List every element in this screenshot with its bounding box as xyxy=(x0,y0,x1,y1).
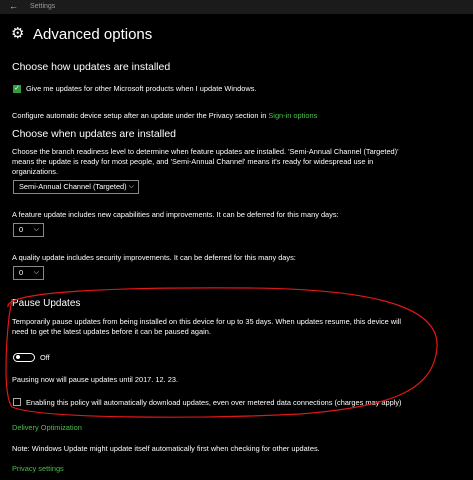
feature-defer-value: 0 xyxy=(19,225,24,234)
quality-defer-label: A quality update includes security impro… xyxy=(12,253,296,262)
metered-label: Enabling this policy will automatically … xyxy=(26,398,402,407)
feature-defer-label: A feature update includes new capabiliti… xyxy=(12,210,339,219)
app-title: Settings xyxy=(30,3,56,10)
when-heading: Choose when updates are installed xyxy=(12,128,177,140)
channel-dropdown-value: Semi-Annual Channel (Targeted) xyxy=(19,182,127,191)
configure-text-body: Configure automatic device setup after a… xyxy=(12,111,267,120)
title-bar: ← Settings xyxy=(0,0,473,14)
metered-checkbox[interactable] xyxy=(13,398,21,406)
branch-desc-line3: organizations. xyxy=(12,167,59,176)
pause-until-text: Pausing now will pause updates until 201… xyxy=(12,375,178,384)
chevron-down-icon: ⌵ xyxy=(33,226,39,233)
gear-icon: ⚙ xyxy=(11,25,25,42)
chevron-down-icon: ⌵ xyxy=(33,269,39,276)
channel-dropdown[interactable]: Semi-Annual Channel (Targeted) ⌵ xyxy=(13,180,139,194)
other-products-label: Give me updates for other Microsoft prod… xyxy=(26,84,257,93)
quality-defer-value: 0 xyxy=(19,268,24,277)
pause-toggle-label: Off xyxy=(40,353,50,362)
delivery-optimization-link[interactable]: Delivery Optimization xyxy=(12,423,82,433)
chevron-down-icon: ⌵ xyxy=(128,183,134,190)
quality-defer-dropdown[interactable]: 0 ⌵ xyxy=(13,266,44,280)
page-title: Advanced options xyxy=(33,26,153,43)
branch-desc-line2: means the update is ready for most peopl… xyxy=(12,157,374,166)
configure-text: Configure automatic device setup after a… xyxy=(12,111,317,121)
toggle-knob xyxy=(16,355,20,359)
pause-heading: Pause Updates xyxy=(12,298,81,309)
branch-desc-line1: Choose the branch readiness level to det… xyxy=(12,147,399,156)
windows-update-note: Note: Windows Update might update itself… xyxy=(12,444,320,453)
feature-defer-dropdown[interactable]: 0 ⌵ xyxy=(13,223,44,237)
install-heading: Choose how updates are installed xyxy=(12,61,171,73)
pause-desc-line1: Temporarily pause updates from being ins… xyxy=(12,317,402,326)
back-arrow-icon[interactable]: ← xyxy=(9,1,18,11)
other-products-checkbox[interactable]: ✓ xyxy=(13,85,21,93)
pause-toggle[interactable] xyxy=(13,353,35,362)
pause-desc-line2: need to get the latest updates before it… xyxy=(12,327,211,336)
privacy-settings-link[interactable]: Privacy settings xyxy=(12,464,64,474)
signin-options-link[interactable]: Sign-in options xyxy=(268,111,317,120)
